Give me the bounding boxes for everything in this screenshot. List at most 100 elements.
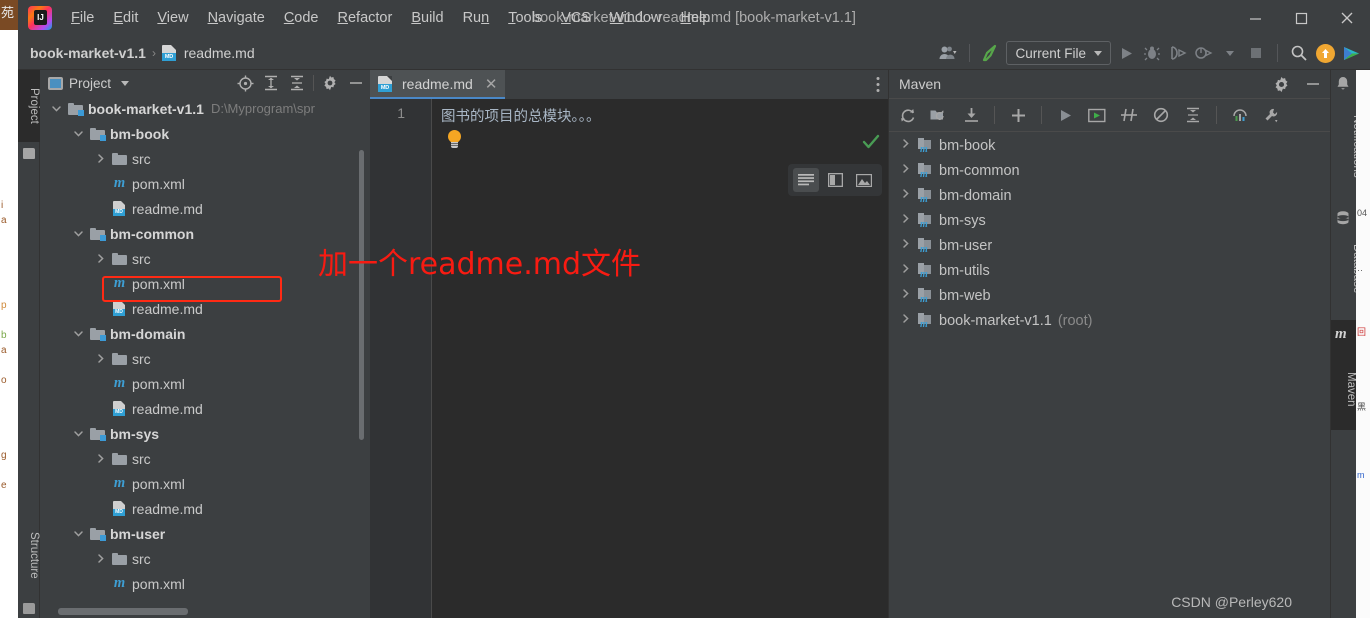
maven-tree-row[interactable]: m bm-domain [889, 183, 1331, 208]
chevron-right-icon[interactable] [899, 162, 913, 179]
stop-icon[interactable] [1245, 42, 1267, 64]
menu-window[interactable]: Window [601, 6, 671, 30]
chevron-down-icon[interactable] [72, 427, 85, 440]
tree-row[interactable]: m pom.xml [40, 571, 370, 596]
ide-assistant-icon[interactable] [1340, 42, 1362, 64]
tree-row[interactable]: book-market-v1.1 D:\Myprogram\spr [40, 96, 370, 121]
project-tree[interactable]: book-market-v1.1 D:\Myprogram\spr bm-book s… [40, 96, 370, 618]
gear-icon[interactable] [1271, 74, 1291, 94]
maven-tree-row[interactable]: m bm-web [889, 283, 1331, 308]
editor-only-view-button[interactable] [793, 168, 819, 192]
editor-content[interactable]: 图书的项目的总模块。。。 [433, 99, 888, 618]
tree-row[interactable]: src [40, 446, 370, 471]
tree-row[interactable]: bm-domain [40, 321, 370, 346]
menu-tools[interactable]: Tools [499, 6, 551, 30]
tree-row[interactable]: MD readme.md [40, 396, 370, 421]
project-tree-vertical-scrollbar[interactable] [359, 150, 364, 440]
execute-goal-icon[interactable] [1085, 103, 1109, 127]
tab-readme-md[interactable]: readme.md ✕ [370, 70, 506, 99]
minimize-button[interactable] [1232, 0, 1278, 36]
run-icon[interactable] [1115, 42, 1137, 64]
tree-row[interactable]: bm-sys [40, 421, 370, 446]
chevron-right-icon[interactable] [899, 237, 913, 254]
menu-vcs[interactable]: VCS [552, 6, 600, 30]
maximize-button[interactable] [1278, 0, 1324, 36]
chevron-down-icon[interactable] [72, 127, 85, 140]
run-with-coverage-icon[interactable] [1167, 42, 1189, 64]
hammer-build-icon[interactable] [980, 42, 1002, 64]
menu-file[interactable]: File [62, 6, 103, 30]
chevron-right-icon[interactable] [899, 212, 913, 229]
run-configuration-select[interactable]: Current File [1006, 41, 1111, 65]
menu-view[interactable]: View [148, 6, 197, 30]
chevron-right-icon[interactable] [94, 352, 107, 365]
add-maven-project-icon[interactable] [1006, 103, 1030, 127]
chevron-right-icon[interactable] [94, 452, 107, 465]
chevron-right-icon[interactable] [899, 137, 913, 154]
chevron-right-icon[interactable] [899, 312, 913, 329]
user-settings-icon[interactable] [937, 42, 959, 64]
project-tree-horizontal-scrollbar[interactable] [58, 608, 188, 615]
close-button[interactable] [1324, 0, 1370, 36]
tree-row[interactable]: m pom.xml [40, 371, 370, 396]
chevron-down-icon[interactable] [121, 80, 130, 86]
gear-icon[interactable] [320, 73, 340, 93]
sidebar-item-project[interactable]: Project [18, 70, 40, 142]
download-sources-icon[interactable] [959, 103, 983, 127]
profile-dropdown-icon[interactable] [1219, 42, 1241, 64]
editor-and-preview-view-button[interactable] [822, 168, 848, 192]
menu-build[interactable]: Build [402, 6, 452, 30]
chevron-right-icon[interactable] [94, 152, 107, 165]
maven-tree-row[interactable]: m bm-user [889, 233, 1331, 258]
run-icon[interactable] [1053, 103, 1077, 127]
close-icon[interactable]: ✕ [485, 75, 498, 93]
tree-row[interactable]: src [40, 146, 370, 171]
generate-sources-icon[interactable] [927, 103, 951, 127]
tree-row[interactable]: MD readme.md [40, 496, 370, 521]
toggle-offline-icon[interactable] [1149, 103, 1173, 127]
update-project-icon[interactable] [1314, 42, 1336, 64]
hide-panel-icon[interactable] [1303, 74, 1323, 94]
chevron-down-icon[interactable] [50, 102, 63, 115]
tree-row[interactable]: m pom.xml [40, 471, 370, 496]
maven-projects-tree[interactable]: m bm-book m bm-common m bm-domain m bm-sys m bm-u… [889, 133, 1331, 618]
menu-help[interactable]: Help [671, 6, 719, 30]
show-dependencies-icon[interactable] [1228, 103, 1252, 127]
breadcrumb-file-group[interactable]: readme.md [161, 45, 255, 61]
maven-tree-row[interactable]: m bm-book [889, 133, 1331, 158]
breadcrumb-project[interactable]: book-market-v1.1 [30, 45, 146, 61]
maven-tree-row[interactable]: m bm-sys [889, 208, 1331, 233]
select-opened-file-icon[interactable] [235, 73, 255, 93]
maven-tree-row[interactable]: m book-market-v1.1 (root) [889, 308, 1331, 333]
menu-code[interactable]: Code [275, 6, 328, 30]
chevron-right-icon[interactable] [899, 187, 913, 204]
chevron-right-icon[interactable] [899, 262, 913, 279]
chevron-down-icon[interactable] [72, 527, 85, 540]
menu-refactor[interactable]: Refactor [329, 6, 402, 30]
chevron-right-icon[interactable] [94, 552, 107, 565]
tree-row[interactable]: MD readme.md [40, 296, 370, 321]
tree-row[interactable]: bm-user [40, 521, 370, 546]
reload-all-projects-icon[interactable] [895, 103, 919, 127]
menu-navigate[interactable]: Navigate [199, 6, 274, 30]
lightbulb-icon[interactable] [447, 130, 462, 149]
maven-settings-icon[interactable] [1260, 103, 1284, 127]
inspection-status-icon[interactable] [862, 133, 880, 151]
collapse-all-icon[interactable] [1181, 103, 1205, 127]
profile-icon[interactable] [1193, 42, 1215, 64]
tree-row[interactable]: m pom.xml [40, 171, 370, 196]
menu-run[interactable]: Run [454, 6, 499, 30]
tree-row[interactable]: MD readme.md [40, 196, 370, 221]
toggle-skip-tests-icon[interactable] [1117, 103, 1141, 127]
maven-tree-row[interactable]: m bm-utils [889, 258, 1331, 283]
tree-row[interactable]: src [40, 346, 370, 371]
search-everywhere-icon[interactable] [1288, 42, 1310, 64]
hide-panel-icon[interactable] [346, 73, 366, 93]
tree-row[interactable]: src [40, 546, 370, 571]
chevron-right-icon[interactable] [899, 287, 913, 304]
chevron-down-icon[interactable] [72, 227, 85, 240]
tree-row[interactable]: bm-book [40, 121, 370, 146]
debug-icon[interactable] [1141, 42, 1163, 64]
sidebar-item-structure[interactable]: Structure [18, 516, 40, 594]
menu-edit[interactable]: Edit [104, 6, 147, 30]
